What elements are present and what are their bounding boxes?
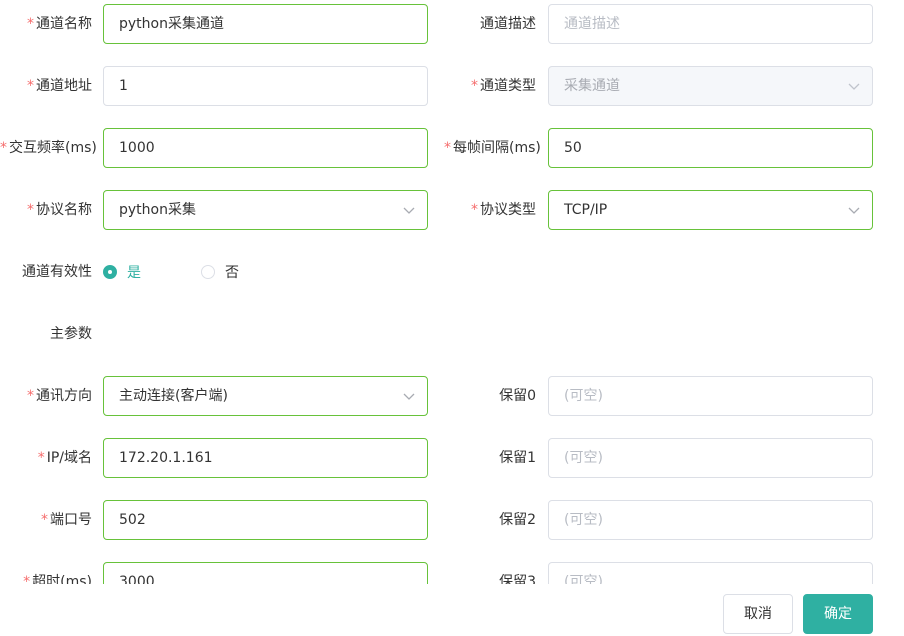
- reserved3-input[interactable]: (可空): [548, 562, 873, 584]
- required-mark: *: [471, 78, 478, 94]
- reserved2-label: 保留2: [444, 500, 536, 540]
- channel-address-input[interactable]: 1: [103, 66, 428, 106]
- channel-name-label-text: 通道名称: [36, 16, 92, 32]
- protocol-type-label-text: 协议类型: [480, 202, 536, 218]
- chevron-down-icon: [403, 207, 415, 214]
- reserved0-placeholder: (可空): [564, 388, 603, 404]
- channel-form: * 通道名称 python采集通道 通道描述 通道描述 * 通道地址 1 * 通道类型…: [0, 0, 904, 584]
- timeout-label: * 超时(ms): [0, 562, 92, 584]
- channel-type-value: 采集通道: [564, 78, 620, 94]
- port-value: 502: [119, 512, 146, 528]
- reserved3-label-text: 保留3: [499, 574, 536, 584]
- port-input[interactable]: 502: [103, 500, 428, 540]
- required-mark: *: [27, 78, 34, 94]
- required-mark: *: [27, 202, 34, 218]
- validity-radio-yes[interactable]: 是: [103, 252, 141, 292]
- comm-direction-label-text: 通讯方向: [36, 388, 92, 404]
- channel-desc-placeholder: 通道描述: [564, 16, 620, 32]
- reserved2-input[interactable]: (可空): [548, 500, 873, 540]
- chevron-down-icon: [848, 207, 860, 214]
- comm-direction-label: * 通讯方向: [0, 376, 92, 416]
- reserved2-label-text: 保留2: [499, 512, 536, 528]
- channel-name-value: python采集通道: [119, 16, 224, 32]
- reserved1-label-text: 保留1: [499, 450, 536, 466]
- interact-freq-input[interactable]: 1000: [103, 128, 428, 168]
- reserved3-label: 保留3: [444, 562, 536, 584]
- required-mark: *: [471, 202, 478, 218]
- channel-name-input[interactable]: python采集通道: [103, 4, 428, 44]
- channel-name-label: * 通道名称: [0, 4, 92, 44]
- interact-freq-label: * 交互频率(ms): [0, 128, 97, 168]
- validity-label-text: 通道有效性: [22, 264, 92, 280]
- validity-yes-text: 是: [127, 265, 141, 281]
- reserved1-placeholder: (可空): [564, 450, 603, 466]
- required-mark: *: [0, 140, 7, 156]
- main-params-heading: 主参数: [0, 314, 92, 354]
- channel-type-label-text: 通道类型: [480, 78, 536, 94]
- confirm-button[interactable]: 确定: [803, 594, 873, 634]
- timeout-label-text: 超时(ms): [32, 574, 92, 584]
- protocol-type-label: * 协议类型: [444, 190, 536, 230]
- required-mark: *: [41, 512, 48, 528]
- main-params-heading-text: 主参数: [50, 326, 92, 342]
- radio-unchecked-icon: [201, 265, 215, 279]
- frame-interval-value: 50: [564, 140, 582, 156]
- frame-interval-label-text: 每帧间隔(ms): [453, 140, 541, 156]
- required-mark: *: [444, 140, 451, 156]
- required-mark: *: [23, 574, 31, 584]
- ip-domain-label-text: IP/域名: [46, 450, 92, 466]
- channel-type-label: * 通道类型: [444, 66, 536, 106]
- protocol-name-label-text: 协议名称: [36, 202, 92, 218]
- validity-no-text: 否: [225, 265, 239, 281]
- port-label: * 端口号: [0, 500, 92, 540]
- required-mark: *: [27, 388, 34, 404]
- validity-radio-no[interactable]: 否: [201, 252, 239, 292]
- chevron-down-icon: [848, 83, 860, 90]
- interact-freq-value: 1000: [119, 140, 155, 156]
- required-mark: *: [37, 450, 45, 466]
- reserved2-placeholder: (可空): [564, 512, 603, 528]
- channel-desc-input[interactable]: 通道描述: [548, 4, 873, 44]
- ip-domain-value: 172.20.1.161: [119, 450, 213, 466]
- reserved1-label: 保留1: [444, 438, 536, 478]
- cancel-button[interactable]: 取消: [723, 594, 793, 634]
- interact-freq-label-text: 交互频率(ms): [9, 140, 97, 156]
- channel-address-label: * 通道地址: [0, 66, 92, 106]
- timeout-value: 3000: [119, 574, 155, 584]
- reserved0-label-text: 保留0: [499, 388, 536, 404]
- reserved1-input[interactable]: (可空): [548, 438, 873, 478]
- ip-domain-label: * IP/域名: [0, 438, 92, 478]
- channel-desc-label-text: 通道描述: [480, 16, 536, 32]
- radio-checked-icon: [103, 265, 117, 279]
- channel-address-label-text: 通道地址: [36, 78, 92, 94]
- frame-interval-label: * 每帧间隔(ms): [444, 128, 541, 168]
- ip-domain-input[interactable]: 172.20.1.161: [103, 438, 428, 478]
- channel-desc-label: 通道描述: [444, 4, 536, 44]
- validity-label: 通道有效性: [0, 252, 92, 292]
- frame-interval-input[interactable]: 50: [548, 128, 873, 168]
- required-mark: *: [27, 16, 34, 32]
- channel-edit-dialog: * 通道名称 python采集通道 通道描述 通道描述 * 通道地址 1 * 通道类型…: [0, 0, 904, 636]
- channel-type-select[interactable]: 采集通道: [548, 66, 873, 106]
- timeout-input[interactable]: 3000: [103, 562, 428, 584]
- protocol-name-select[interactable]: python采集: [103, 190, 428, 230]
- protocol-name-label: * 协议名称: [0, 190, 92, 230]
- protocol-name-value: python采集: [119, 202, 196, 218]
- port-label-text: 端口号: [50, 512, 92, 528]
- comm-direction-select[interactable]: 主动连接(客户端): [103, 376, 428, 416]
- chevron-down-icon: [403, 393, 415, 400]
- reserved0-input[interactable]: (可空): [548, 376, 873, 416]
- channel-address-value: 1: [119, 78, 128, 94]
- protocol-type-select[interactable]: TCP/IP: [548, 190, 873, 230]
- reserved3-placeholder: (可空): [564, 574, 603, 584]
- comm-direction-value: 主动连接(客户端): [119, 388, 228, 404]
- protocol-type-value: TCP/IP: [564, 202, 608, 218]
- reserved0-label: 保留0: [444, 376, 536, 416]
